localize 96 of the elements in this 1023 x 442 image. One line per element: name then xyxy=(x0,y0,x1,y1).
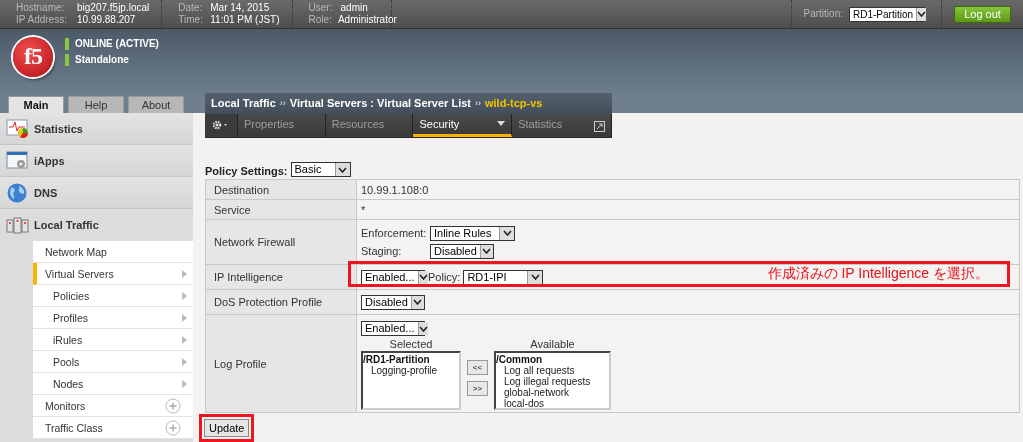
chevron-down-icon xyxy=(502,230,512,236)
chevron-down-icon xyxy=(530,274,540,280)
popout-icon xyxy=(593,120,605,132)
table-cell: DoS Protection Profile xyxy=(205,289,357,315)
list-item[interactable]: global-network xyxy=(496,387,609,398)
breadcrumb-separator: ›› xyxy=(279,98,286,109)
list-item[interactable]: Log all requests xyxy=(496,365,609,376)
breadcrumb-item[interactable]: Virtual Servers : Virtual Server List xyxy=(289,97,471,110)
tab[interactable]: Security xyxy=(413,113,513,137)
field-label: Enforcement: xyxy=(361,227,427,239)
info-label: Role: xyxy=(308,14,332,26)
nav-item[interactable]: Nodes xyxy=(33,373,193,395)
plus-icon xyxy=(165,419,181,436)
caret-icon xyxy=(497,120,506,126)
nav-item[interactable]: Profiles xyxy=(33,307,193,329)
table-cell: IP Intelligence xyxy=(205,264,357,290)
nav-item[interactable]: Virtual Servers xyxy=(33,263,193,285)
info-value: big207.f5jp.local xyxy=(77,2,150,14)
nav-tab[interactable]: About xyxy=(128,96,184,113)
nav-item[interactable]: Policies xyxy=(33,285,193,307)
partition-label: Partition: xyxy=(803,8,843,20)
list-group-heading: /RD1-Partition xyxy=(363,354,431,365)
policy-settings-dropdown[interactable]: Basic xyxy=(290,162,351,177)
dropdown[interactable]: Disabled xyxy=(361,294,425,310)
chevron-down-icon xyxy=(482,248,492,254)
info-value: admin xyxy=(340,2,368,14)
move-button[interactable]: >> xyxy=(467,381,488,396)
list-group-heading: /Common xyxy=(496,354,544,365)
settings-icon xyxy=(211,120,230,131)
chart-icon xyxy=(6,118,29,139)
nav-tab[interactable]: Help xyxy=(68,96,124,113)
list-item[interactable]: Logging-profile xyxy=(363,365,459,376)
info-value: 10.99.88.207 xyxy=(77,14,136,26)
chevron-right-icon xyxy=(182,269,187,278)
field-label: Policy Settings: xyxy=(205,165,288,177)
info-value: Administrator xyxy=(337,14,397,26)
field-label: Policy: xyxy=(428,271,461,283)
nav-item[interactable]: Traffic Class xyxy=(33,417,193,439)
logo: f5 xyxy=(13,37,53,77)
app-window-icon xyxy=(6,150,29,171)
breadcrumb-separator: ›› xyxy=(475,98,481,109)
column-heading: Available xyxy=(530,338,575,350)
info-label: Date: xyxy=(178,2,204,14)
nav-section[interactable]: iApps xyxy=(0,145,193,177)
nav-section[interactable]: DNS xyxy=(0,177,193,209)
table-cell: 10.99.1.108:0 xyxy=(361,183,429,196)
move-button[interactable]: << xyxy=(467,360,488,375)
table-cell: Destination xyxy=(205,179,357,200)
chevron-down-icon xyxy=(413,299,423,305)
dropdown[interactable]: Enabled... xyxy=(361,269,425,285)
dropdown[interactable]: Inline Rules xyxy=(430,225,515,241)
list-item[interactable]: local-dos xyxy=(496,398,609,409)
nav-section[interactable]: Statistics xyxy=(0,113,193,145)
table-cell: Service xyxy=(205,199,357,220)
dropdown[interactable]: Disabled xyxy=(430,243,494,259)
dropdown[interactable]: Enabled... xyxy=(361,321,425,336)
partition-dropdown[interactable]: RD1-Partition xyxy=(849,6,925,22)
list-box[interactable]: /Common Log all requests Log illegal requests global-network local-dos xyxy=(494,351,611,410)
nav-tab[interactable]: Main xyxy=(8,96,64,113)
table-cell: Log Profile xyxy=(205,314,357,413)
dropdown[interactable]: RD1-IPI xyxy=(463,269,544,285)
annotation-text: 作成済みの IP Intelligence を選択。 xyxy=(767,265,989,283)
info-label: IP Address: xyxy=(16,14,68,26)
chevron-right-icon xyxy=(182,357,187,366)
chevron-right-icon xyxy=(182,335,187,344)
breadcrumb-item[interactable]: wild-tcp-vs xyxy=(485,97,543,110)
list-item[interactable]: Log illegal requests xyxy=(496,376,609,387)
column-heading: Selected xyxy=(389,338,433,350)
chevron-right-icon xyxy=(182,379,187,388)
chevron-right-icon xyxy=(182,291,187,300)
tab[interactable]: Statistics xyxy=(512,113,612,137)
globe-icon xyxy=(6,181,29,204)
nav-item[interactable]: Pools xyxy=(33,351,193,373)
chevron-down-icon xyxy=(418,325,428,332)
plus-icon xyxy=(165,397,181,414)
breadcrumb-item[interactable]: Local Traffic xyxy=(211,97,276,110)
nav-item[interactable]: iRules xyxy=(33,329,193,351)
servers-icon xyxy=(6,215,29,235)
field-label: Staging: xyxy=(361,245,403,257)
chevron-right-icon xyxy=(182,313,187,322)
nav-item[interactable]: Network Map xyxy=(33,241,193,263)
info-value: 11:01 PM (JST) xyxy=(210,14,280,26)
info-value: Mar 14, 2015 xyxy=(210,2,270,14)
info-label: Time: xyxy=(178,14,204,26)
status-text: ONLINE (ACTIVE) xyxy=(75,38,159,49)
info-label: Hostname: xyxy=(16,2,66,14)
info-label: User: xyxy=(308,2,334,14)
status-text: Standalone xyxy=(75,54,129,65)
table-cell: * xyxy=(361,203,366,216)
nav-item[interactable]: Monitors xyxy=(33,395,193,417)
chevron-down-icon xyxy=(418,274,428,280)
table-cell: Network Firewall xyxy=(205,219,357,265)
chevron-down-icon xyxy=(917,11,927,17)
chevron-down-icon xyxy=(338,166,348,173)
list-box[interactable]: /RD1-Partition Logging-profile xyxy=(361,351,461,410)
update-button[interactable]: Update xyxy=(204,419,250,437)
